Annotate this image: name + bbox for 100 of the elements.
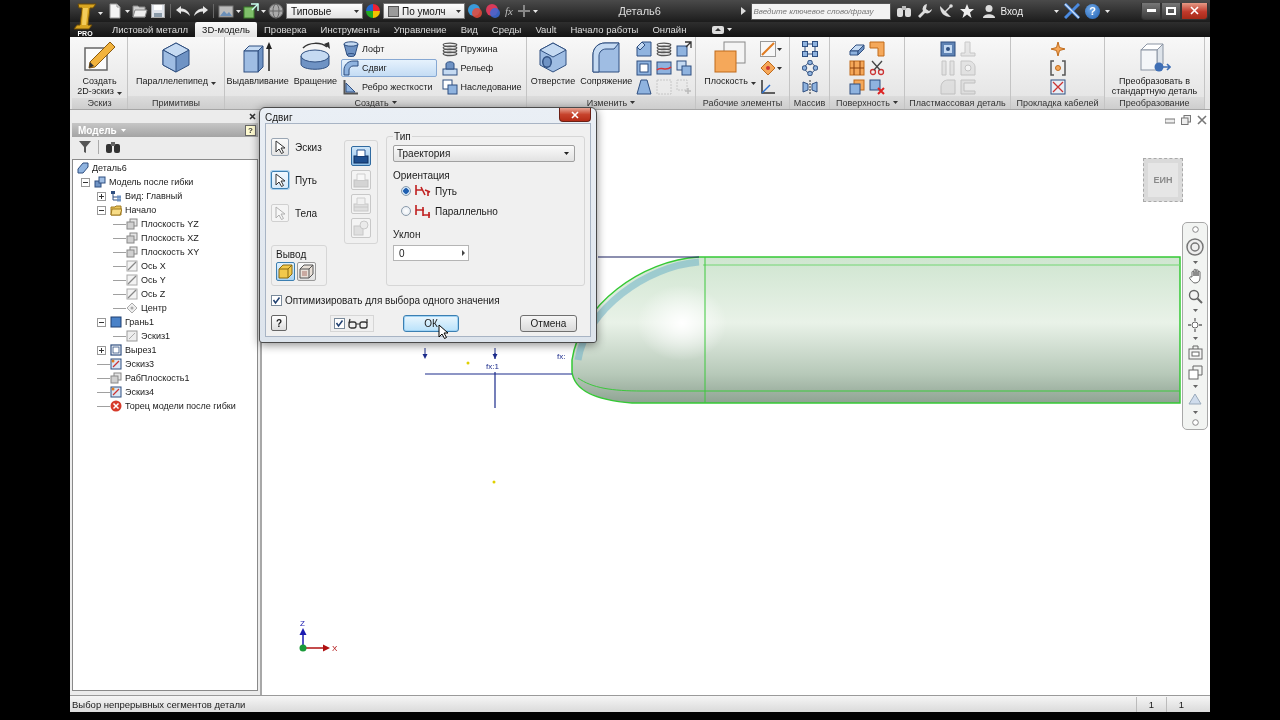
hollow-box-icon[interactable] <box>636 60 653 76</box>
close-icon[interactable] <box>249 113 256 120</box>
caret-icon[interactable] <box>1054 9 1059 13</box>
panel-label[interactable]: Поверхность <box>830 96 904 109</box>
collapse-icon[interactable] <box>97 205 106 215</box>
large-tool-button[interactable]: Создать 2D-эскиз <box>74 40 125 98</box>
checkbox[interactable] <box>334 317 345 329</box>
ok-button[interactable]: ОК <box>403 314 459 332</box>
collapse-icon[interactable] <box>81 177 90 187</box>
expand-icon[interactable] <box>97 191 106 201</box>
tree-item[interactable]: Эскиз3 <box>125 359 155 369</box>
plus-icon[interactable] <box>516 4 531 18</box>
ribbon-tab[interactable]: Проверка <box>257 22 314 37</box>
large-tool-button[interactable]: Вращение <box>292 40 339 87</box>
caret-icon[interactable] <box>236 9 241 13</box>
sparkle-icon[interactable] <box>1049 41 1066 57</box>
circle-ring-icon[interactable] <box>801 60 818 76</box>
coordinate-axes-icon[interactable] <box>759 79 776 95</box>
mirror-shapes-icon[interactable] <box>801 79 818 95</box>
caret-icon[interactable] <box>125 9 130 13</box>
new-file-icon[interactable] <box>107 3 123 19</box>
undo-arrow-icon[interactable] <box>175 3 191 19</box>
caret-icon[interactable] <box>456 9 461 13</box>
overlapping-circles-icon[interactable] <box>485 3 501 19</box>
save-icon[interactable] <box>150 3 166 19</box>
selector-button[interactable] <box>271 171 289 189</box>
style-dropdown[interactable]: Типовые <box>286 3 363 19</box>
large-tool-button[interactable]: Отверстие <box>529 40 577 87</box>
wrench-icon[interactable] <box>917 3 934 19</box>
ribbon-tab[interactable]: Вид <box>453 22 485 37</box>
binoculars-icon[interactable] <box>105 139 121 155</box>
redo-arrow-icon[interactable] <box>193 3 209 19</box>
tree-item[interactable]: Грань1 <box>125 317 155 327</box>
tree-item[interactable]: Ось Y <box>141 275 166 285</box>
x-logo-icon[interactable] <box>1064 3 1080 19</box>
tree-item[interactable]: Модель после гибки <box>109 177 194 187</box>
restore-icon[interactable] <box>1181 115 1191 125</box>
close-button[interactable] <box>559 108 591 122</box>
ribbon-tab[interactable]: Листовой металл <box>105 22 196 37</box>
tree-item[interactable]: Вырез1 <box>125 345 157 355</box>
checkbox[interactable] <box>271 295 282 306</box>
caret-icon[interactable] <box>391 101 397 104</box>
hand-icon[interactable] <box>1189 268 1201 285</box>
tree-item[interactable]: Эскиз4 <box>125 387 155 397</box>
ribbon-tab[interactable]: Vault <box>528 22 564 37</box>
appearance-dropdown[interactable]: По умолч <box>383 3 465 19</box>
small-circle-icon[interactable] <box>1191 418 1199 426</box>
box-cross-icon[interactable] <box>869 79 885 95</box>
tree-item[interactable]: Эскиз1 <box>141 331 171 341</box>
small-circle-icon[interactable] <box>1191 226 1199 233</box>
large-tool-button[interactable]: Преобразовать в стандартную деталь <box>1107 40 1202 97</box>
ribbon-tab[interactable]: Начало работы <box>563 22 646 37</box>
radio-button[interactable] <box>401 186 411 196</box>
tree-item[interactable]: Торец модели после гибки <box>125 401 236 411</box>
tree-item[interactable]: Начало <box>125 205 157 215</box>
cancel-button[interactable]: Отмена <box>520 314 577 332</box>
tool-button[interactable]: Наследование <box>439 78 526 96</box>
stacked-squares-icon[interactable] <box>1187 364 1203 380</box>
stacked-boxes-icon[interactable] <box>676 60 693 76</box>
tree-item[interactable]: Ось Z <box>141 289 166 299</box>
tool-button[interactable]: Пружина <box>439 40 526 58</box>
minimize-button[interactable] <box>1141 2 1161 20</box>
binoculars-icon[interactable] <box>896 3 913 19</box>
panel-label[interactable]: Изменить <box>527 96 695 109</box>
scissors-icon[interactable] <box>869 60 885 76</box>
ribbon-tab[interactable]: Онлайн <box>645 22 694 37</box>
dimension-label[interactable]: fx: <box>557 352 566 361</box>
star-icon[interactable] <box>959 3 976 19</box>
tool-button[interactable]: Ребро жесткости <box>341 78 437 96</box>
split-block-icon[interactable] <box>656 60 673 76</box>
help-button[interactable]: ? <box>271 315 287 331</box>
dimension-label[interactable]: fx:1 <box>486 362 499 371</box>
picture-frame-icon[interactable] <box>218 3 234 19</box>
tree-item[interactable]: РабПлоскость1 <box>125 373 190 383</box>
color-wheel-icon[interactable] <box>365 3 381 19</box>
globe-icon[interactable] <box>268 3 284 19</box>
overlapping-circles-icon[interactable] <box>467 3 483 19</box>
ribbon-tab[interactable]: Инструменты <box>313 22 387 37</box>
caret-icon[interactable] <box>630 101 636 104</box>
overlapping-squares-icon[interactable] <box>849 79 865 95</box>
slab-icon[interactable] <box>849 41 865 57</box>
tree-item[interactable]: Плоскость XZ <box>141 233 199 243</box>
large-tool-button[interactable]: Параллелепипед <box>135 40 217 88</box>
search-field[interactable]: Введите ключевое слово/фразу <box>751 2 892 20</box>
diagonal-line-icon[interactable] <box>759 41 782 57</box>
diamond-point-icon[interactable] <box>759 60 782 76</box>
open-folder-icon[interactable] <box>132 3 148 19</box>
box-arrows-icon[interactable] <box>676 41 693 57</box>
expand-icon[interactable] <box>97 345 106 355</box>
crosshair-icon[interactable] <box>1187 316 1203 333</box>
eject-icon[interactable] <box>711 23 726 36</box>
zoom-icon[interactable] <box>1187 289 1203 305</box>
help-button[interactable]: ? <box>245 124 256 136</box>
large-tool-button[interactable]: Плоскость <box>703 40 757 88</box>
collapse-icon[interactable] <box>97 317 106 327</box>
tree-item[interactable]: Деталь6 <box>92 163 127 173</box>
option-button[interactable] <box>351 146 371 166</box>
minimize-icon[interactable] <box>1165 116 1175 124</box>
tree-item[interactable]: Плоскость XY <box>141 247 200 257</box>
large-tool-button[interactable]: Выдавливание <box>225 40 290 87</box>
